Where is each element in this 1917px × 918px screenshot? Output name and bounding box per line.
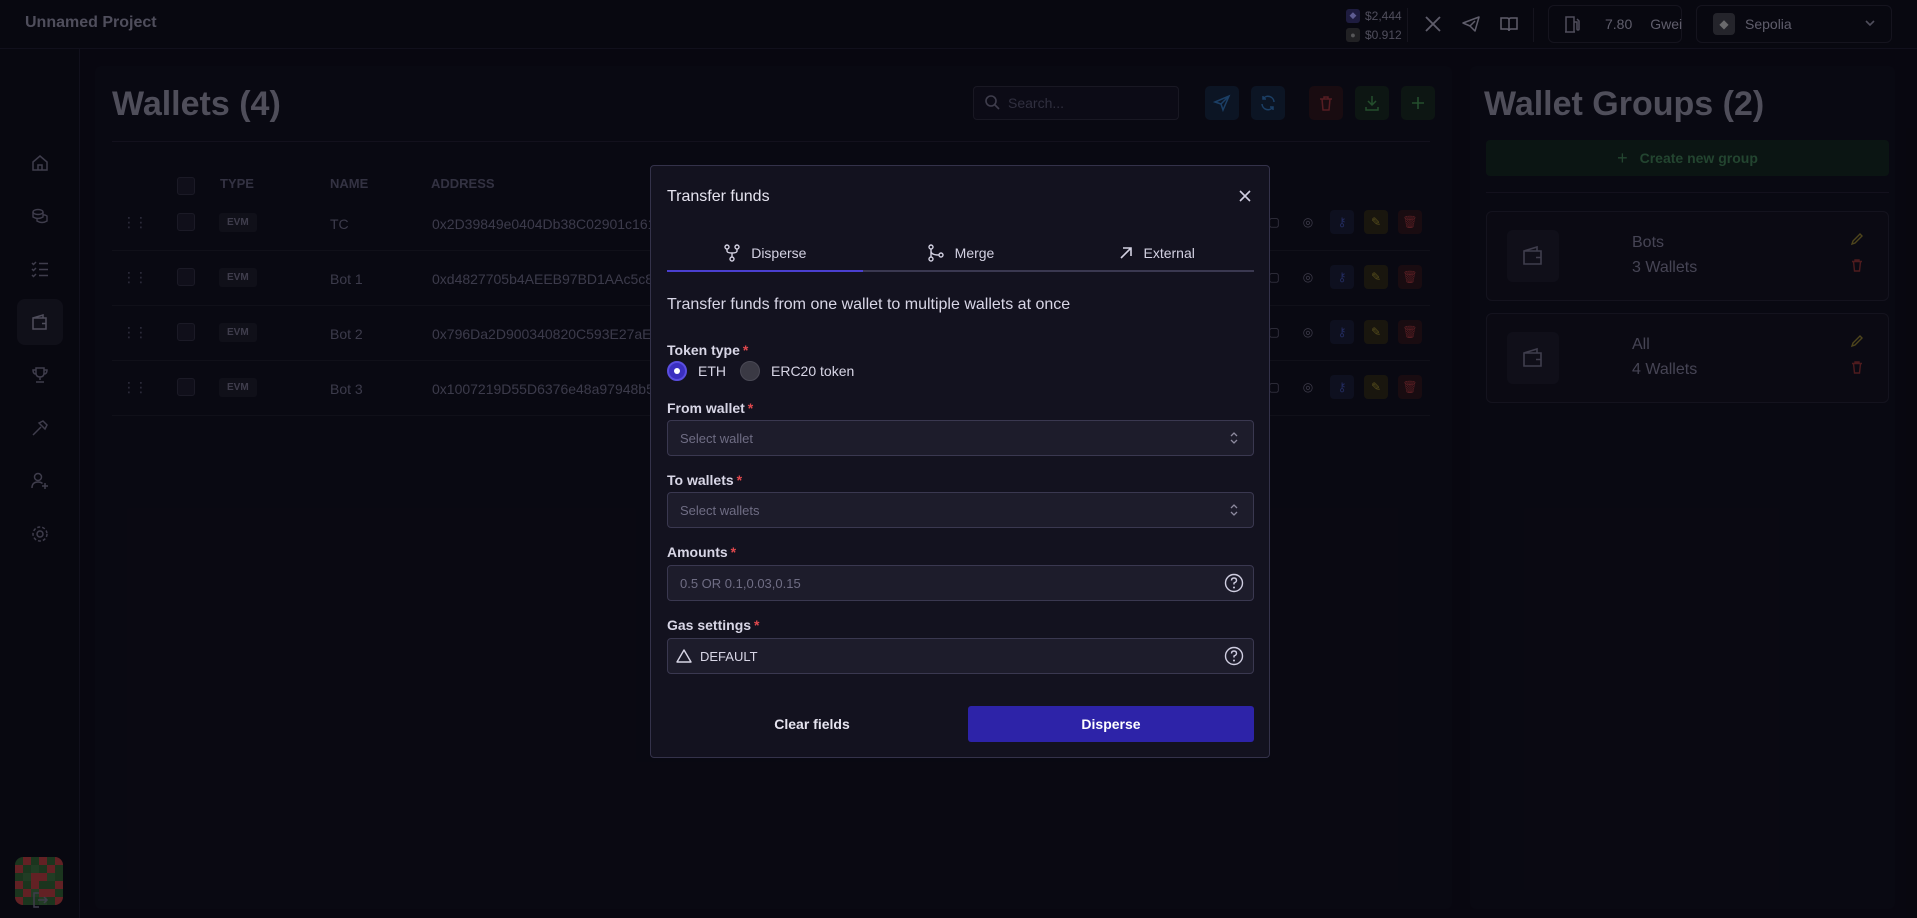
to-wallets-label: To wallets *: [667, 472, 742, 488]
token-type-label-text: Token type: [667, 342, 740, 358]
modal-title: Transfer funds: [667, 188, 770, 205]
to-wallets-select[interactable]: Select wallets: [667, 492, 1254, 528]
required-marker: *: [754, 617, 760, 633]
to-wallets-label-text: To wallets: [667, 472, 734, 488]
tab-merge[interactable]: Merge: [863, 235, 1059, 270]
from-wallet-label: From wallet *: [667, 400, 753, 416]
merge-icon: [927, 243, 945, 262]
radio-erc20-label: ERC20 token: [771, 363, 855, 379]
chevron-up-down-icon: [1224, 428, 1244, 448]
from-wallet-label-text: From wallet: [667, 400, 745, 416]
radio-erc20[interactable]: [740, 361, 760, 381]
from-wallet-select[interactable]: Select wallet: [667, 420, 1254, 456]
amounts-placeholder: 0.5 OR 0.1,0.03,0.15: [680, 575, 801, 591]
tab-disperse[interactable]: Disperse: [667, 235, 863, 272]
gas-settings-label-text: Gas settings: [667, 617, 752, 633]
transfer-funds-modal: Transfer funds Disperse Merge External T…: [650, 165, 1270, 758]
warning-triangle-icon: [676, 648, 692, 664]
transfer-tabs: Disperse Merge External: [667, 235, 1254, 272]
disperse-button[interactable]: Disperse: [968, 706, 1254, 742]
arrow-up-right-icon: [1118, 245, 1134, 261]
token-type-radio-group: ETH ERC20 token: [667, 361, 854, 381]
help-icon[interactable]: [1224, 646, 1244, 666]
chevron-up-down-icon: [1224, 500, 1244, 520]
gas-settings-field[interactable]: DEFAULT: [667, 638, 1254, 674]
tab-merge-label: Merge: [954, 244, 995, 261]
clear-fields-button[interactable]: Clear fields: [667, 706, 957, 742]
required-marker: *: [742, 342, 749, 358]
amounts-label: Amounts *: [667, 544, 736, 560]
gas-settings-value: DEFAULT: [700, 648, 758, 664]
radio-eth[interactable]: [667, 361, 687, 381]
amounts-label-text: Amounts: [667, 544, 728, 560]
required-marker: *: [736, 472, 743, 488]
required-marker: *: [730, 544, 737, 560]
close-icon[interactable]: [1235, 186, 1255, 206]
to-wallets-placeholder: Select wallets: [680, 502, 760, 518]
tab-disperse-label: Disperse: [751, 244, 807, 261]
token-type-label: Token type *: [667, 342, 748, 358]
tab-external-label: External: [1143, 244, 1195, 261]
radio-eth-label: ETH: [698, 363, 726, 379]
from-wallet-placeholder: Select wallet: [680, 430, 753, 446]
fork-icon: [723, 243, 741, 262]
help-icon[interactable]: [1224, 573, 1244, 593]
required-marker: *: [747, 400, 754, 416]
gas-settings-label: Gas settings *: [667, 617, 759, 633]
amounts-input[interactable]: 0.5 OR 0.1,0.03,0.15: [667, 565, 1254, 601]
modal-description: Transfer funds from one wallet to multip…: [667, 296, 1071, 313]
tab-external[interactable]: External: [1058, 235, 1254, 270]
